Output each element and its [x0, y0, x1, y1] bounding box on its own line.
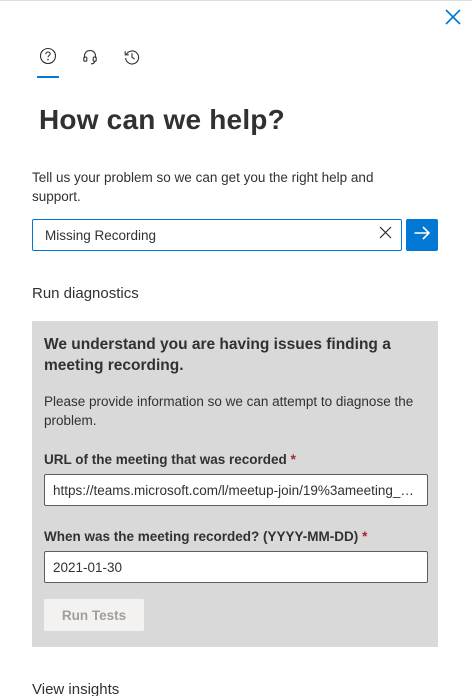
- date-field: [44, 551, 428, 583]
- clear-search-button[interactable]: [377, 226, 393, 244]
- page-title: How can we help?: [39, 104, 285, 135]
- run-diagnostics-heading: Run diagnostics: [32, 285, 139, 302]
- date-label-text: When was the meeting recorded? (YYYY-MM-…: [44, 529, 359, 544]
- intro-text: Tell us your problem so we can get you t…: [32, 170, 374, 204]
- tab-help[interactable]: [36, 44, 60, 78]
- tab-history[interactable]: [120, 44, 144, 78]
- url-label-text: URL of the meeting that was recorded: [44, 452, 287, 467]
- required-marker: *: [290, 452, 296, 467]
- search-submit-button[interactable]: [406, 219, 438, 251]
- active-tab-indicator: [37, 76, 59, 78]
- close-icon: [444, 8, 462, 31]
- panel-top-border: [0, 0, 472, 1]
- view-insights-heading: View insights: [32, 681, 120, 696]
- date-field-label: When was the meeting recorded? (YYYY-MM-…: [44, 529, 367, 544]
- arrow-right-icon: [413, 225, 431, 246]
- help-tabs: [36, 44, 162, 78]
- tab-contact-support[interactable]: [78, 44, 102, 78]
- history-icon: [121, 46, 143, 68]
- diagnostics-card-heading: We understand you are having issues find…: [44, 336, 391, 374]
- search-field: [32, 219, 402, 251]
- close-button[interactable]: [440, 6, 466, 32]
- clear-icon: [379, 226, 392, 244]
- headset-icon: [79, 46, 101, 68]
- question-circle-icon: [37, 46, 59, 66]
- url-field-label: URL of the meeting that was recorded *: [44, 452, 296, 467]
- run-tests-button[interactable]: Run Tests: [44, 599, 144, 631]
- url-field: [44, 474, 428, 506]
- help-panel: How can we help? Tell us your problem so…: [0, 0, 472, 696]
- diagnostics-card: We understand you are having issues find…: [32, 321, 438, 647]
- search-input[interactable]: [33, 221, 365, 249]
- meeting-date-input[interactable]: [45, 553, 427, 581]
- diagnostics-card-description: Please provide information so we can att…: [44, 394, 414, 428]
- meeting-url-input[interactable]: [45, 476, 427, 504]
- required-marker: *: [362, 529, 368, 544]
